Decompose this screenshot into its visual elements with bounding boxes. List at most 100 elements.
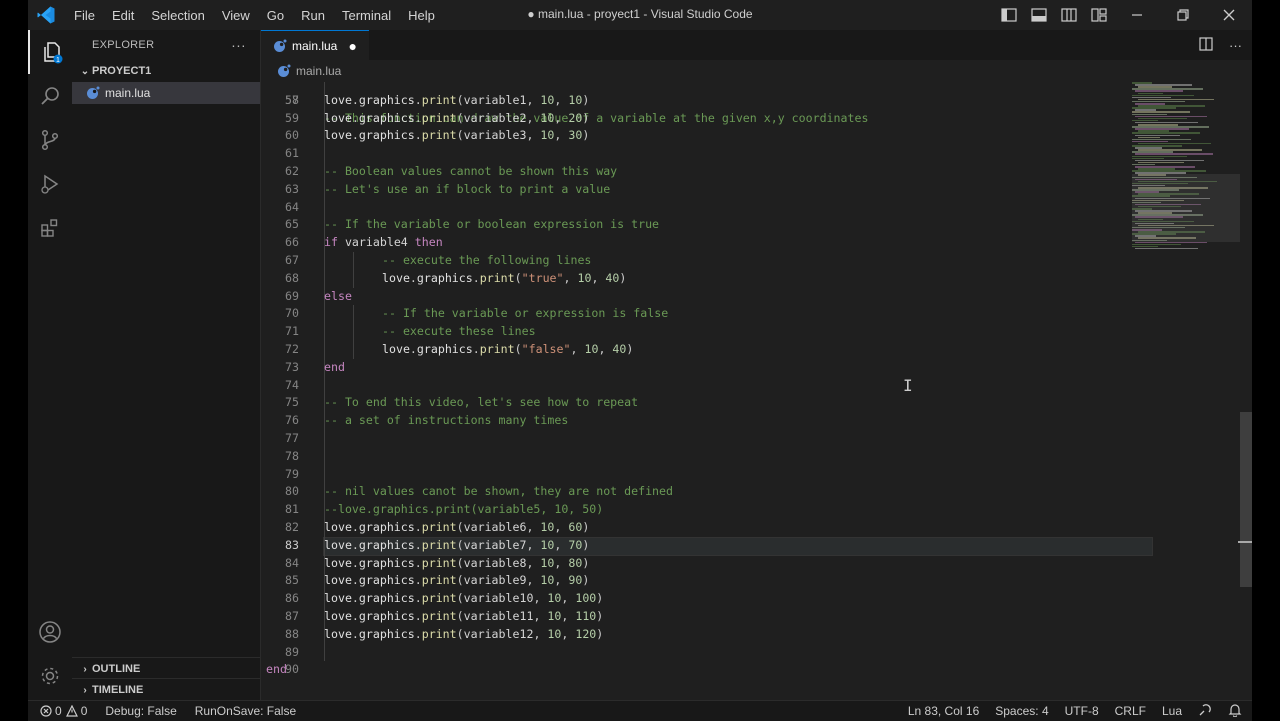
customize-layout-icon[interactable] bbox=[1084, 0, 1114, 30]
code-text: end bbox=[324, 359, 345, 374]
line-number: 82 bbox=[285, 520, 299, 534]
code-text: love.graphics.print(variable9, 10, 90) bbox=[324, 573, 590, 588]
accounts-icon[interactable] bbox=[28, 610, 72, 654]
line-number: 80 bbox=[285, 484, 299, 499]
warning-count: 0 bbox=[80, 704, 88, 718]
encoding-status[interactable]: UTF-8 bbox=[1065, 704, 1099, 718]
extensions-icon[interactable] bbox=[28, 206, 72, 250]
notifications-bell-icon[interactable] bbox=[1228, 703, 1242, 720]
explorer-title: EXPLORER bbox=[92, 39, 155, 51]
code-line: 63 -- Let's use an if block to print a va… bbox=[261, 181, 1161, 199]
code-text: -- If the variable or expression is fals… bbox=[382, 306, 669, 321]
warning-icon bbox=[65, 705, 78, 717]
unsaved-dot-icon[interactable]: ● bbox=[349, 38, 357, 54]
minimap-line bbox=[1135, 247, 1198, 250]
tab-main-lua[interactable]: main.lua ● bbox=[261, 30, 369, 60]
toggle-secondary-sidebar-icon[interactable] bbox=[1054, 0, 1084, 30]
outline-section[interactable]: › OUTLINE bbox=[72, 657, 266, 680]
line-number: 84 bbox=[285, 555, 299, 570]
menu-terminal[interactable]: Terminal bbox=[342, 8, 391, 23]
code-text: end bbox=[266, 662, 287, 677]
feedback-icon[interactable] bbox=[1198, 703, 1212, 720]
status-bar: 0 0 Debug: False RunOnSave: False Ln 83,… bbox=[28, 700, 1252, 721]
minimize-icon[interactable] bbox=[1114, 0, 1160, 30]
close-icon[interactable] bbox=[1206, 0, 1252, 30]
vertical-scrollbar[interactable] bbox=[1238, 82, 1252, 700]
source-control-icon[interactable] bbox=[28, 118, 72, 162]
code-text: else bbox=[324, 288, 352, 303]
explorer-more-actions-icon[interactable]: ··· bbox=[231, 37, 246, 53]
code-text: -- If the variable or boolean expression… bbox=[324, 217, 660, 232]
breadcrumb-file[interactable]: main.lua bbox=[296, 64, 341, 78]
menu-selection[interactable]: Selection bbox=[151, 8, 204, 23]
code-text: if variable4 then bbox=[324, 235, 443, 250]
menu-file[interactable]: File bbox=[74, 8, 95, 23]
split-editor-icon[interactable] bbox=[1199, 36, 1213, 54]
code-line: 72 love.graphics.print("false", 10, 40) bbox=[261, 341, 1161, 359]
code-line: 73 end bbox=[261, 359, 1161, 377]
minimap-viewport[interactable] bbox=[1132, 174, 1240, 242]
code-line: 64 bbox=[261, 199, 1161, 217]
code-line: 90 end bbox=[261, 661, 1161, 679]
code-text: love.graphics.print(variable6, 10, 60) bbox=[324, 520, 590, 534]
code-text: -- execute these lines bbox=[382, 324, 536, 339]
line-number: 66 bbox=[285, 235, 299, 250]
toggle-panel-icon[interactable] bbox=[1024, 0, 1054, 30]
scrollbar-cursor-marker bbox=[1238, 541, 1252, 543]
file-main-lua[interactable]: main.lua bbox=[72, 82, 260, 104]
code-line: 58 love.graphics.print(variable1, 10, 10) bbox=[261, 92, 1161, 110]
menu-run[interactable]: Run bbox=[301, 8, 325, 23]
language-mode[interactable]: Lua bbox=[1162, 704, 1182, 718]
code-line: 87 love.graphics.print(variable11, 10, 11… bbox=[261, 608, 1161, 626]
tab-bar: main.lua ● ··· bbox=[261, 30, 1252, 60]
debug-status[interactable]: Debug: False bbox=[105, 704, 176, 718]
line-number: 68 bbox=[285, 270, 299, 285]
code-line: 76 -- a set of instructions many times bbox=[261, 412, 1161, 430]
line-number: 79 bbox=[285, 466, 299, 481]
code-editor[interactable]: 57 -- This function can draw the value o… bbox=[261, 82, 1252, 700]
breadcrumb[interactable]: main.lua bbox=[261, 60, 1252, 82]
outline-label: OUTLINE bbox=[92, 663, 141, 675]
menu-help[interactable]: Help bbox=[408, 8, 435, 23]
line-number: 69 bbox=[285, 288, 299, 303]
editor-area: main.lua ● ··· main.lua 57 -- This funct… bbox=[261, 30, 1252, 700]
tab-label: main.lua bbox=[292, 38, 338, 53]
problems-indicator[interactable]: 0 0 bbox=[40, 704, 87, 718]
folder-proyect1[interactable]: ⌄ PROYECT1 bbox=[72, 60, 260, 82]
code-text: love.graphics.print(variable11, 10, 110) bbox=[324, 609, 604, 623]
code-text: love.graphics.print(variable2, 10, 20) bbox=[324, 110, 590, 125]
more-actions-icon[interactable]: ··· bbox=[1229, 38, 1242, 53]
code-text: love.graphics.print("true", 10, 40) bbox=[382, 270, 627, 285]
indentation-status[interactable]: Spaces: 4 bbox=[995, 704, 1048, 718]
explorer-icon[interactable]: 1 bbox=[28, 30, 74, 74]
toggle-primary-sidebar-icon[interactable] bbox=[994, 0, 1024, 30]
line-number: 61 bbox=[285, 146, 299, 161]
minimap[interactable] bbox=[1132, 82, 1240, 252]
code-text: love.graphics.print("false", 10, 40) bbox=[382, 342, 634, 356]
cursor-position[interactable]: Ln 83, Col 16 bbox=[908, 704, 979, 718]
code-line: 81 --love.graphics.print(variable5, 10, 5… bbox=[261, 501, 1161, 519]
menu-go[interactable]: Go bbox=[267, 8, 284, 23]
vscode-window: File Edit Selection View Go Run Terminal… bbox=[28, 0, 1252, 721]
lua-file-icon bbox=[87, 86, 100, 99]
code-line: 77 bbox=[261, 430, 1161, 448]
line-number: 67 bbox=[285, 253, 299, 267]
right-letterbox bbox=[1252, 0, 1280, 720]
code-text: love.graphics.print(variable7, 10, 70) bbox=[324, 537, 590, 552]
line-number: 83 bbox=[285, 537, 299, 552]
menu-edit[interactable]: Edit bbox=[112, 8, 134, 23]
timeline-section[interactable]: › TIMELINE bbox=[72, 678, 266, 701]
eol-status[interactable]: CRLF bbox=[1115, 704, 1146, 718]
run-debug-icon[interactable] bbox=[28, 162, 72, 206]
code-line: 70 -- If the variable or expression is fa… bbox=[261, 305, 1161, 323]
restore-icon[interactable] bbox=[1160, 0, 1206, 30]
runonsave-status[interactable]: RunOnSave: False bbox=[195, 704, 296, 718]
scrollbar-thumb[interactable] bbox=[1240, 412, 1252, 587]
code-text: love.graphics.print(variable3, 10, 30) bbox=[324, 128, 590, 143]
line-number: 64 bbox=[285, 199, 299, 214]
chevron-down-icon: ⌄ bbox=[80, 65, 90, 77]
manage-gear-icon[interactable] bbox=[28, 654, 72, 698]
search-icon[interactable] bbox=[28, 74, 72, 118]
code-line: 79 bbox=[261, 466, 1161, 484]
menu-view[interactable]: View bbox=[222, 8, 250, 23]
